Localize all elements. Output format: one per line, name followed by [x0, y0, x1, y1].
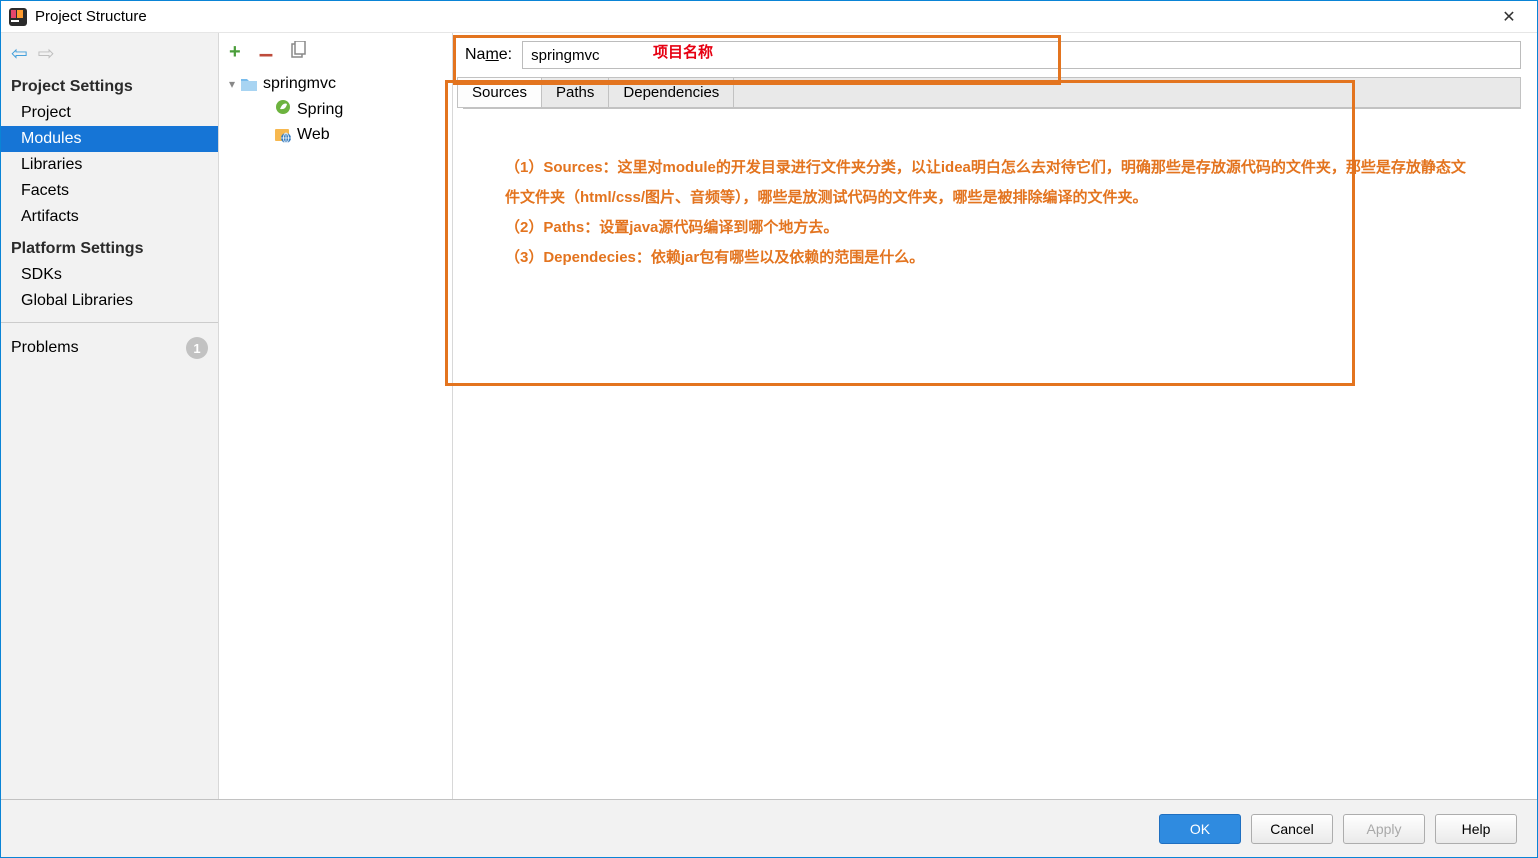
- remove-icon[interactable]: –: [259, 48, 273, 58]
- sidebar-item-problems[interactable]: Problems 1: [1, 331, 218, 365]
- copy-icon[interactable]: [291, 41, 307, 64]
- tree-node-spring[interactable]: Spring: [219, 96, 452, 123]
- spring-icon: [275, 99, 291, 120]
- help-button[interactable]: Help: [1435, 814, 1517, 844]
- apply-button[interactable]: Apply: [1343, 814, 1425, 844]
- annotation-text-block: （1）Sources：这里对module的开发目录进行文件夹分类，以让idea明…: [453, 117, 1531, 293]
- tree-node-label: Web: [297, 126, 330, 144]
- ok-button[interactable]: OK: [1159, 814, 1241, 844]
- sidebar-item-libraries[interactable]: Libraries: [1, 152, 218, 178]
- sidebar: ⇦ ⇨ Project Settings Project Modules Lib…: [1, 33, 219, 799]
- dialog-footer: OK Cancel Apply Help: [1, 799, 1537, 857]
- add-icon[interactable]: +: [229, 41, 241, 64]
- section-project-settings: Project Settings: [1, 68, 218, 100]
- sidebar-divider: [1, 322, 218, 323]
- module-tree: ▾ springmvc Spring Web: [219, 68, 452, 147]
- forward-arrow-icon[interactable]: ⇨: [38, 41, 55, 66]
- tree-node-root[interactable]: ▾ springmvc: [219, 72, 452, 96]
- back-arrow-icon[interactable]: ⇦: [11, 41, 28, 66]
- sidebar-item-sdks[interactable]: SDKs: [1, 262, 218, 288]
- tab-sources[interactable]: Sources: [458, 78, 542, 107]
- detail-panel: 项目名称 Name: Sources Paths Dependencies （1…: [453, 33, 1537, 799]
- annotation-line-2: （2）Paths：设置java源代码编译到哪个地方去。: [505, 213, 1471, 243]
- app-icon: [9, 8, 27, 26]
- tab-bar: Sources Paths Dependencies: [457, 77, 1521, 108]
- tab-dependencies[interactable]: Dependencies: [609, 78, 734, 107]
- sidebar-item-artifacts[interactable]: Artifacts: [1, 204, 218, 230]
- main-area: ⇦ ⇨ Project Settings Project Modules Lib…: [1, 33, 1537, 799]
- web-icon: [275, 127, 291, 143]
- sidebar-item-modules[interactable]: Modules: [1, 126, 218, 152]
- sidebar-item-project[interactable]: Project: [1, 100, 218, 126]
- sidebar-item-facets[interactable]: Facets: [1, 178, 218, 204]
- expand-caret-icon[interactable]: ▾: [229, 77, 235, 91]
- window-title: Project Structure: [35, 8, 1489, 25]
- nav-arrows: ⇦ ⇨: [1, 33, 218, 68]
- name-input[interactable]: [522, 41, 1521, 69]
- tree-node-label: Spring: [297, 101, 343, 119]
- problems-label: Problems: [11, 339, 79, 357]
- module-toolbar: + –: [219, 33, 452, 68]
- annotation-line-3: （3）Dependecies：依赖jar包有哪些以及依赖的范围是什么。: [505, 243, 1471, 273]
- divider: [463, 108, 1521, 109]
- title-bar: Project Structure ✕: [1, 1, 1537, 33]
- section-platform-settings: Platform Settings: [1, 230, 218, 262]
- sidebar-item-global-libraries[interactable]: Global Libraries: [1, 288, 218, 314]
- tree-node-label: springmvc: [263, 75, 336, 93]
- cancel-button[interactable]: Cancel: [1251, 814, 1333, 844]
- folder-icon: [241, 77, 257, 91]
- module-tree-panel: + – ▾ springmvc Spring: [219, 33, 453, 799]
- tab-paths[interactable]: Paths: [542, 78, 609, 107]
- problems-count-badge: 1: [186, 337, 208, 359]
- close-icon[interactable]: ✕: [1489, 7, 1529, 27]
- name-label: Name:: [465, 46, 512, 64]
- annotation-line-1: （1）Sources：这里对module的开发目录进行文件夹分类，以让idea明…: [505, 153, 1471, 213]
- tree-node-web[interactable]: Web: [219, 123, 452, 147]
- name-row: Name:: [453, 35, 1531, 75]
